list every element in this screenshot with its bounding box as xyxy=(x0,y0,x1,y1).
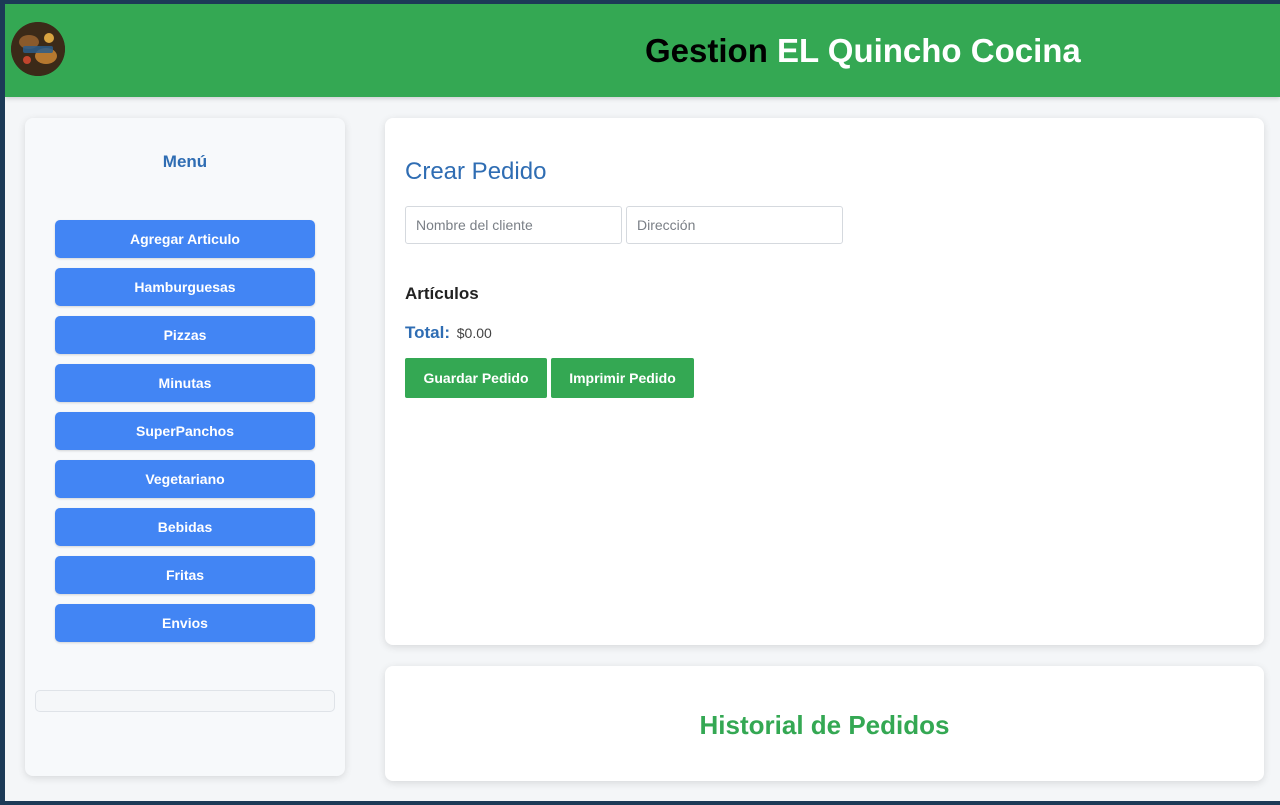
menu-button-pizzas[interactable]: Pizzas xyxy=(55,316,315,354)
app-window: Gestion EL Quincho Cocina Menú Agregar A… xyxy=(5,4,1280,801)
sidebar-title: Menú xyxy=(162,152,208,171)
menu-button-bebidas[interactable]: Bebidas xyxy=(55,508,315,546)
menu-button-minutas[interactable]: Minutas xyxy=(55,364,315,402)
order-history-card: Historial de Pedidos xyxy=(385,666,1264,781)
articles-heading: Artículos xyxy=(405,284,479,303)
menu-button-superpanchos[interactable]: SuperPanchos xyxy=(55,412,315,450)
menu-button-fritas[interactable]: Fritas xyxy=(55,556,315,594)
menu-button-hamburguesas[interactable]: Hamburguesas xyxy=(55,268,315,306)
menu-button-vegetariano[interactable]: Vegetariano xyxy=(55,460,315,498)
total-label: Total: xyxy=(405,323,451,342)
app-title-name: EL Quincho Cocina xyxy=(777,32,1081,69)
menu-list: Agregar Articulo Hamburguesas Pizzas Min… xyxy=(55,220,315,652)
menu-button-envios[interactable]: Envios xyxy=(55,604,315,642)
save-order-button[interactable]: Guardar Pedido xyxy=(405,358,547,398)
print-order-button[interactable]: Imprimir Pedido xyxy=(551,358,694,398)
customer-name-input[interactable] xyxy=(405,206,622,244)
address-input[interactable] xyxy=(626,206,843,244)
restaurant-logo-icon xyxy=(11,22,65,76)
sidebar-empty-panel xyxy=(35,690,335,712)
create-order-title: Crear Pedido xyxy=(405,158,547,185)
order-history-title: Historial de Pedidos xyxy=(699,710,950,740)
top-header: Gestion EL Quincho Cocina xyxy=(5,4,1280,97)
total-value: $0.00 xyxy=(456,325,492,341)
menu-button-agregar-articulo[interactable]: Agregar Articulo xyxy=(55,220,315,258)
app-title-prefix: Gestion xyxy=(645,32,778,69)
sidebar-menu: Menú Agregar Articulo Hamburguesas Pizza… xyxy=(25,118,345,776)
create-order-card: Crear Pedido Artículos Total: $0.00 Guar… xyxy=(385,118,1264,645)
app-title: Gestion EL Quincho Cocina xyxy=(645,32,1081,70)
order-total: Total: $0.00 xyxy=(405,323,492,343)
